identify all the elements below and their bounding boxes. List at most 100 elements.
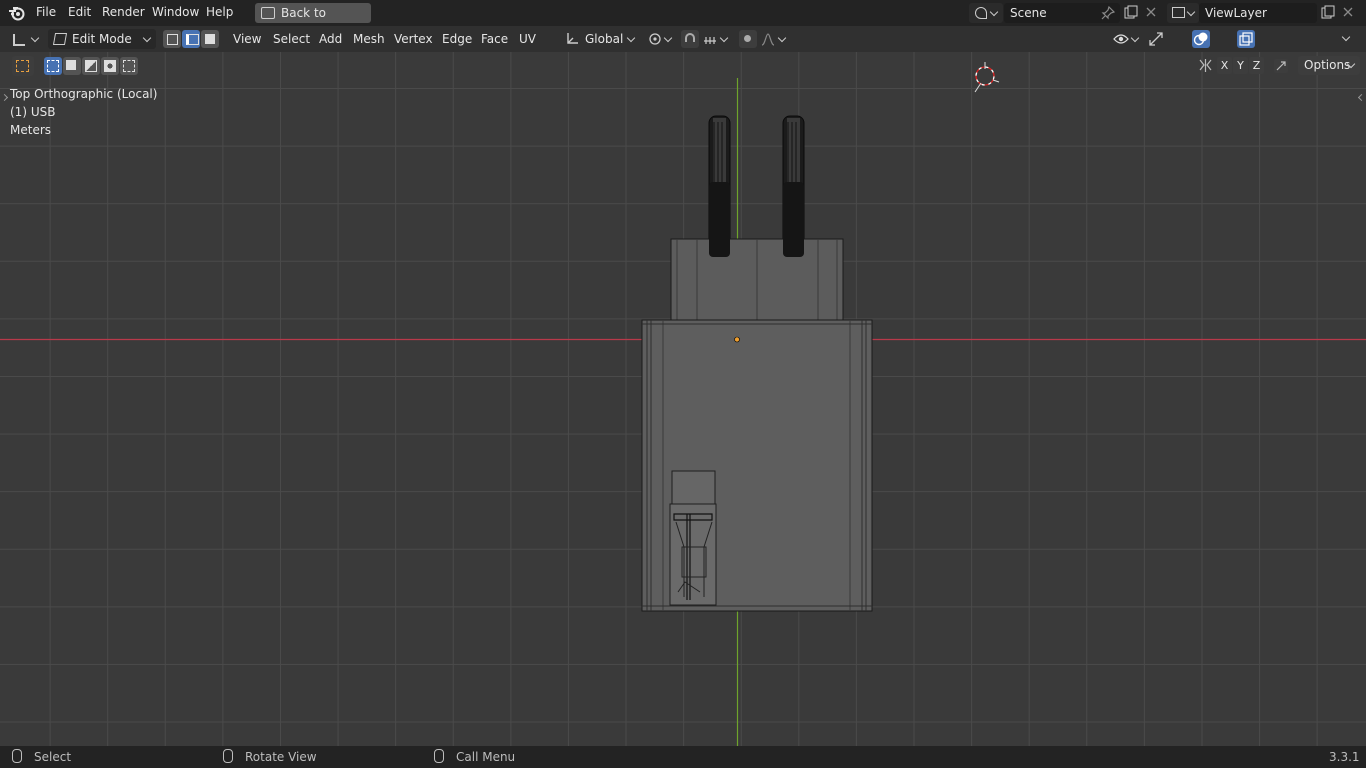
- snap-target-dropdown[interactable]: [700, 29, 732, 49]
- new-scene-icon[interactable]: [1124, 5, 1138, 19]
- mirror-x-toggle[interactable]: X: [1217, 57, 1232, 74]
- scene-icon: [975, 7, 987, 19]
- view-layer-name: ViewLayer: [1205, 6, 1267, 20]
- view-layer-type-dropdown[interactable]: [1167, 3, 1199, 23]
- menu-uv[interactable]: UV: [519, 30, 536, 48]
- menu-face[interactable]: Face: [481, 30, 508, 48]
- chevron-down-icon: [1186, 7, 1196, 17]
- vertex-select-button[interactable]: [163, 30, 181, 48]
- face-select-button[interactable]: [201, 30, 219, 48]
- gizmo-toggle-button[interactable]: [1147, 30, 1165, 48]
- menu-select[interactable]: Select: [273, 30, 310, 48]
- mouse-middle-icon: [223, 749, 233, 763]
- select-invert-icon: [104, 60, 116, 72]
- back-to-previous-button[interactable]: Back to Previous: [255, 3, 371, 40]
- mirror-z-toggle[interactable]: Z: [1249, 57, 1264, 74]
- select-intersect-button[interactable]: [120, 57, 138, 75]
- menu-mesh[interactable]: Mesh: [353, 30, 385, 48]
- pivot-point-dropdown[interactable]: [645, 29, 677, 49]
- object-origin: [734, 336, 740, 343]
- menu-file[interactable]: File: [36, 5, 56, 19]
- chevron-down-icon: [989, 7, 999, 17]
- top-menu-bar: File Edit Render Window Help Back to Pre…: [0, 0, 1366, 40]
- status-rotate-view: Rotate View: [245, 750, 317, 764]
- select-extend-icon: [66, 60, 76, 70]
- close-scene-icon[interactable]: [1146, 7, 1156, 17]
- chevron-down-icon[interactable]: [1341, 32, 1351, 42]
- menu-edge[interactable]: Edge: [442, 30, 472, 48]
- new-view-layer-icon[interactable]: [1321, 5, 1335, 19]
- auto-merge-icon[interactable]: [1273, 58, 1289, 74]
- mode-dropdown[interactable]: Edit Mode: [48, 29, 156, 49]
- view-name-label: Top Orthographic (Local): [10, 87, 158, 101]
- status-select: Select: [34, 750, 72, 764]
- viewport-editor-icon: [13, 34, 25, 46]
- select-new-button[interactable]: [44, 57, 62, 75]
- xray-icon: [1239, 32, 1253, 46]
- close-view-layer-icon[interactable]: [1343, 7, 1353, 17]
- proportional-icon: [744, 35, 751, 42]
- select-subtract-button[interactable]: [82, 57, 100, 75]
- viewport-scene: [0, 62, 1366, 746]
- overlays-toggle-button[interactable]: [1192, 30, 1210, 48]
- xray-toggle-button[interactable]: [1237, 30, 1255, 48]
- viewport-header: Edit Mode View Select Add Mesh Vertex Ed…: [0, 26, 1366, 74]
- edge-select-icon: [186, 34, 199, 45]
- 3d-viewport[interactable]: Top Orthographic (Local) (1) USB Meters: [0, 52, 1366, 746]
- status-call-menu: Call Menu: [456, 750, 516, 764]
- plug-base: [670, 238, 844, 321]
- version-label: 3.3.1: [1329, 750, 1360, 764]
- mirror-y-toggle[interactable]: Y: [1233, 57, 1248, 74]
- selection-mode-group: [44, 56, 140, 76]
- proportional-editing-button[interactable]: [739, 30, 757, 48]
- object-name-label: (1) USB: [10, 105, 56, 119]
- view-layer-icon: [1172, 7, 1185, 18]
- options-label: Options: [1304, 58, 1351, 72]
- menu-view[interactable]: View: [233, 30, 261, 48]
- mouse-right-icon: [434, 749, 444, 763]
- select-new-icon: [47, 60, 59, 72]
- mode-label: Edit Mode: [72, 32, 132, 46]
- chevron-down-icon: [663, 33, 673, 43]
- transform-orientation-dropdown[interactable]: Global: [561, 29, 639, 49]
- menu-help[interactable]: Help: [206, 5, 233, 19]
- chevron-down-icon: [142, 33, 152, 43]
- visibility-dropdown[interactable]: [1110, 29, 1142, 49]
- snap-increment-icon: [704, 37, 716, 44]
- pivot-point-icon: [649, 33, 661, 45]
- menu-render[interactable]: Render: [102, 5, 145, 19]
- view-layer-name-field[interactable]: ViewLayer: [1199, 3, 1317, 23]
- editor-type-dropdown[interactable]: [8, 29, 42, 49]
- select-box-tool-icon: [16, 60, 29, 72]
- blender-logo-icon[interactable]: [8, 5, 26, 21]
- back-icon: [261, 7, 275, 19]
- face-select-icon: [205, 34, 215, 44]
- chevron-down-icon: [719, 33, 729, 43]
- menu-edit[interactable]: Edit: [68, 5, 91, 19]
- falloff-dropdown[interactable]: [758, 29, 790, 49]
- scene-type-dropdown[interactable]: [969, 3, 1003, 23]
- mirror-icon[interactable]: [1198, 58, 1213, 73]
- select-extend-button[interactable]: [63, 57, 81, 75]
- pin-icon[interactable]: [1101, 6, 1115, 20]
- snap-toggle-button[interactable]: [681, 30, 699, 48]
- orientation-label: Global: [585, 32, 624, 46]
- edit-mode-icon: [52, 33, 68, 45]
- menu-window[interactable]: Window: [152, 5, 199, 19]
- options-dropdown[interactable]: Options: [1298, 56, 1360, 75]
- edge-select-button[interactable]: [182, 30, 200, 48]
- menu-add[interactable]: Add: [319, 30, 342, 48]
- active-tool-button[interactable]: [12, 56, 34, 76]
- magnet-icon: [685, 33, 695, 42]
- select-invert-button[interactable]: [101, 57, 119, 75]
- menu-vertex[interactable]: Vertex: [394, 30, 433, 48]
- select-intersect-icon: [123, 60, 135, 72]
- eye-icon: [1113, 34, 1129, 44]
- chevron-down-icon: [777, 33, 787, 43]
- overlays-icon: [1193, 32, 1208, 46]
- chevron-down-icon: [1130, 33, 1140, 43]
- orientation-axes-icon: [567, 33, 578, 44]
- units-label: Meters: [10, 123, 52, 137]
- vertex-select-icon: [167, 34, 178, 45]
- select-subtract-icon: [85, 60, 97, 72]
